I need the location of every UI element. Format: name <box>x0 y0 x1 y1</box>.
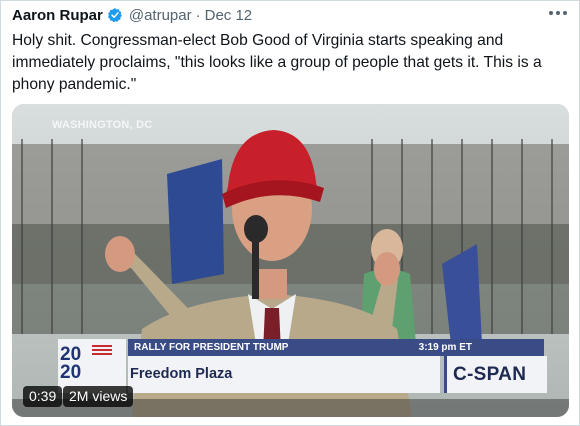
lower-third-top-bar: RALLY FOR PRESIDENT TRUMP 3:19 pm ET <box>128 339 544 356</box>
tweet-date[interactable]: Dec 12 <box>205 7 253 24</box>
tweet-header: Aaron Rupar @atrupar · Dec 12 <box>12 5 252 25</box>
lower-third-main: Freedom Plaza <box>128 356 440 393</box>
event-time: 3:19 pm ET <box>418 342 472 353</box>
microphone <box>244 215 268 243</box>
2020-logo: 20 20 <box>58 339 126 393</box>
location-bug: WASHINGTON, DC <box>52 119 153 131</box>
tweet-text: Holy shit. Congressman-elect Bob Good of… <box>12 32 542 93</box>
network-logo: C-SPAN <box>444 356 547 393</box>
tweet-card[interactable]: Aaron Rupar @atrupar · Dec 12 Holy shit.… <box>0 0 580 426</box>
author-handle[interactable]: @atrupar <box>129 7 192 24</box>
video-duration: 0:39 <box>23 386 63 407</box>
event-title: RALLY FOR PRESIDENT TRUMP <box>134 342 289 353</box>
event-place: Freedom Plaza <box>130 366 233 382</box>
verified-badge-icon <box>107 8 122 23</box>
author-name[interactable]: Aaron Rupar <box>12 7 103 24</box>
separator-dot: · <box>195 6 201 24</box>
video-views: 2M views <box>63 386 134 407</box>
more-options-icon[interactable] <box>549 11 567 15</box>
video-player[interactable]: WASHINGTON, DC 20 20 RALLY FOR PRESIDENT… <box>12 104 569 417</box>
flag-left <box>167 159 224 284</box>
lower-third: 20 20 RALLY FOR PRESIDENT TRUMP 3:19 pm … <box>54 339 547 393</box>
